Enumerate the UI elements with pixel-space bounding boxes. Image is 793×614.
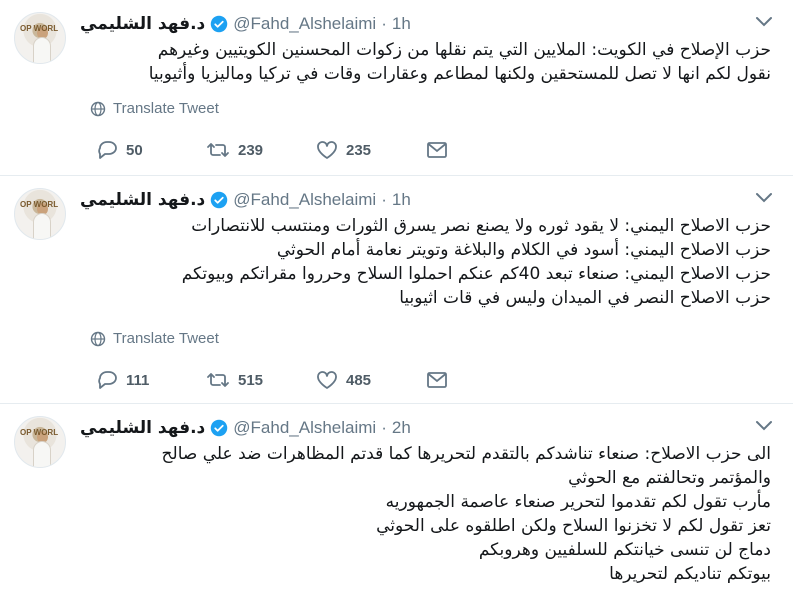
tweet-line: بيوتكم تناديكم لتحريرها — [609, 564, 771, 584]
envelope-icon — [427, 142, 447, 158]
tweet-header: د.فهد الشليمي @Fahd_Alshelaimi · 2h — [80, 416, 733, 440]
reply-icon — [98, 371, 117, 389]
tweet-line: تعز تقول لكم لا تخزنوا السلاح ولكن اطلقو… — [376, 516, 771, 536]
retweet-button[interactable]: 515 — [206, 370, 316, 390]
avatar[interactable]: OP WORL — [14, 12, 66, 64]
tweet-line: حزب الاصلاح اليمني: صنعاء تبعد 40كم عنكم… — [181, 264, 771, 284]
heart-icon — [317, 141, 337, 159]
tweet-line: حزب الاصلاح النصر في الميدان وليس في قات… — [399, 288, 771, 308]
tweet-text: حزب الاصلاح اليمني: لا يقود ثوره ولا يصن… — [78, 214, 771, 310]
translate-label: Translate Tweet — [113, 330, 219, 347]
verified-badge-icon — [211, 419, 228, 437]
heart-icon — [317, 371, 337, 389]
tweet-1[interactable]: OP WORL د.فهد الشليمي @Fahd_Alshelaimi ·… — [0, 0, 793, 176]
tweet-line: حزب الاصلاح اليمني: أسود في الكلام والبل… — [276, 240, 771, 260]
separator-dot: · — [381, 14, 387, 33]
retweet-count: 239 — [238, 141, 264, 159]
user-handle[interactable]: @Fahd_Alshelaimi — [233, 418, 376, 438]
reply-button[interactable]: 50 — [96, 140, 206, 160]
timestamp[interactable]: 1h — [392, 14, 411, 34]
chevron-down-icon[interactable] — [753, 418, 775, 434]
tweet-line: والمؤتمر وتحالفتم مع الحوثي — [568, 468, 771, 488]
translate-label: Translate Tweet — [113, 100, 219, 117]
translate-tweet-link[interactable]: Translate Tweet — [90, 330, 219, 347]
display-name[interactable]: د.فهد الشليمي — [80, 14, 205, 34]
display-name[interactable]: د.فهد الشليمي — [80, 190, 205, 210]
tweet-line: دماج لن تنسى خيانتكم للسلفيين وهروبكم — [478, 540, 771, 560]
avatar[interactable]: OP WORL — [14, 188, 66, 240]
tweet-line: حزب الإصلاح في الكويت: الملايين التي يتم… — [157, 40, 771, 60]
verified-badge-icon — [211, 191, 228, 209]
user-handle[interactable]: @Fahd_Alshelaimi — [233, 14, 376, 34]
like-count: 485 — [346, 371, 372, 389]
chevron-down-icon[interactable] — [753, 14, 775, 30]
like-button[interactable]: 235 — [316, 140, 426, 160]
tweet-actions: 111 515 485 — [96, 370, 456, 390]
retweet-button[interactable]: 239 — [206, 140, 316, 160]
reply-button[interactable]: 111 — [96, 370, 206, 390]
verified-badge-icon — [211, 15, 228, 33]
globe-icon — [90, 101, 106, 116]
display-name[interactable]: د.فهد الشليمي — [80, 418, 205, 438]
tweet-text: الى حزب الاصلاح: صنعاء تناشدكم بالتقدم ل… — [78, 442, 771, 586]
translate-tweet-link[interactable]: Translate Tweet — [90, 100, 219, 117]
retweet-icon — [207, 373, 229, 387]
tweet-line: حزب الاصلاح اليمني: لا يقود ثوره ولا يصن… — [191, 216, 771, 236]
tweet-line: مأرب تقول لكم تقدموا لتحرير صنعاء عاصمة … — [385, 492, 771, 512]
tweet-line: الى حزب الاصلاح: صنعاء تناشدكم بالتقدم ل… — [161, 444, 771, 464]
tweet-header: د.فهد الشليمي @Fahd_Alshelaimi · 1h — [80, 188, 733, 212]
timestamp[interactable]: 2h — [392, 418, 411, 438]
chevron-down-icon[interactable] — [753, 190, 775, 206]
like-button[interactable]: 485 — [316, 370, 426, 390]
user-handle[interactable]: @Fahd_Alshelaimi — [233, 190, 376, 210]
reply-count: 50 — [126, 141, 143, 159]
tweet-3[interactable]: OP WORL د.فهد الشليمي @Fahd_Alshelaimi ·… — [0, 404, 793, 614]
tweet-header: د.فهد الشليمي @Fahd_Alshelaimi · 1h — [80, 12, 733, 36]
envelope-icon — [427, 372, 447, 388]
timestamp[interactable]: 1h — [392, 190, 411, 210]
tweet-2[interactable]: OP WORL د.فهد الشليمي @Fahd_Alshelaimi ·… — [0, 176, 793, 404]
retweet-count: 515 — [238, 371, 264, 389]
direct-message-button[interactable] — [426, 141, 456, 159]
direct-message-button[interactable] — [426, 371, 456, 389]
reply-count: 111 — [126, 371, 150, 389]
tweet-actions: 50 239 235 — [96, 140, 456, 160]
reply-icon — [98, 141, 117, 159]
globe-icon — [90, 331, 106, 346]
separator-dot: · — [381, 190, 387, 209]
like-count: 235 — [346, 141, 372, 159]
tweet-line: نقول لكم انها لا تصل للمستحقين ولكنها لم… — [148, 64, 771, 84]
separator-dot: · — [381, 418, 387, 437]
retweet-icon — [207, 143, 229, 157]
tweet-text: حزب الإصلاح في الكويت: الملايين التي يتم… — [78, 38, 771, 86]
avatar[interactable]: OP WORL — [14, 416, 66, 468]
